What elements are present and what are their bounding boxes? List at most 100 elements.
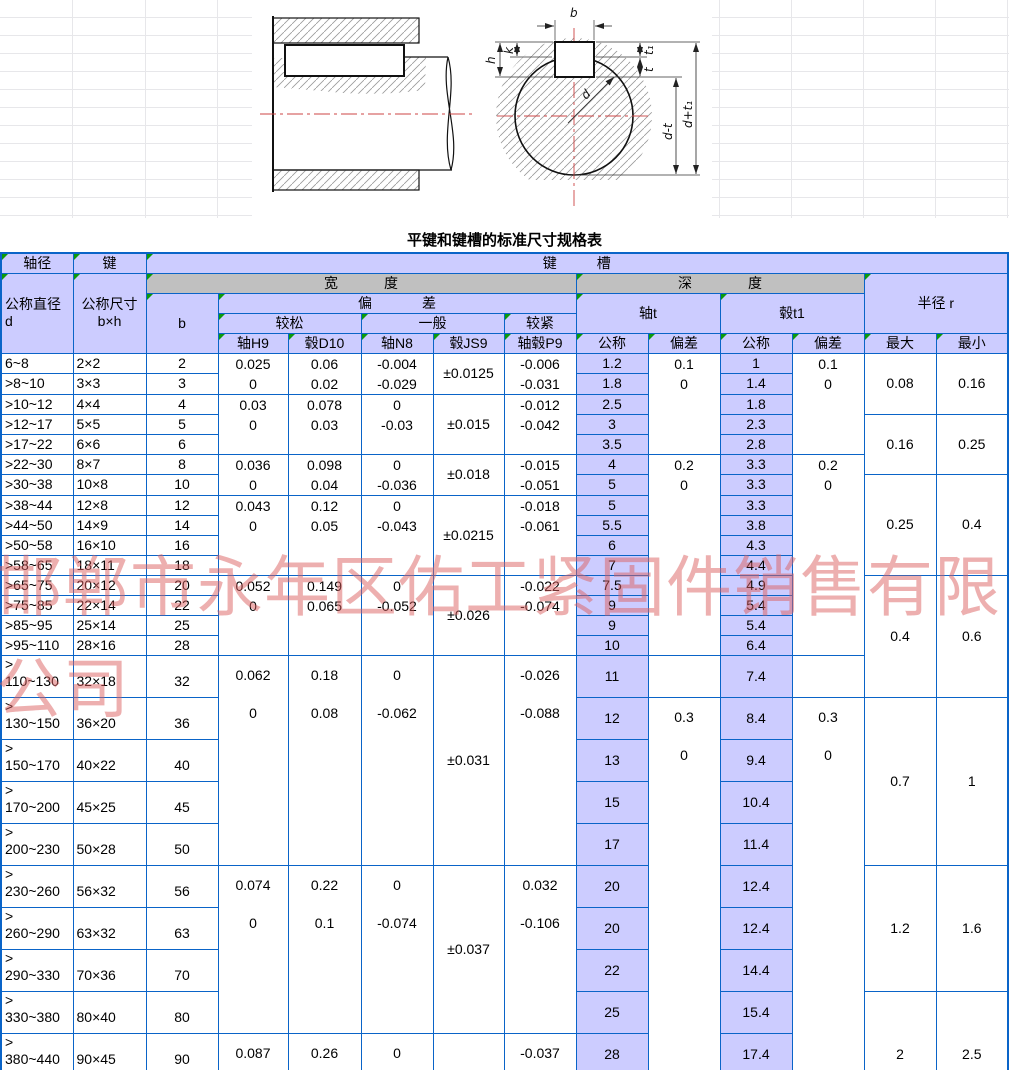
- cell-t-nominal[interactable]: 4: [576, 454, 648, 474]
- cell-radius-min[interactable]: 1.6: [936, 865, 1008, 991]
- cell-t1-nominal[interactable]: 15.4: [720, 991, 792, 1033]
- cell-diameter-range[interactable]: > 150~170: [1, 739, 73, 781]
- cell-t1-nominal[interactable]: 1.4: [720, 374, 792, 395]
- cell-t1-nominal[interactable]: 10.4: [720, 781, 792, 823]
- cell-diameter-range[interactable]: >38~44: [1, 495, 73, 515]
- cell-b[interactable]: 32: [146, 655, 218, 697]
- cell-b[interactable]: 63: [146, 907, 218, 949]
- header-key[interactable]: 键: [73, 253, 146, 273]
- cell-shaft-n8-group[interactable]: 0-0.074: [361, 865, 433, 1033]
- cell-shaft-n8-group[interactable]: -0.004-0.029: [361, 353, 433, 394]
- cell-radius-max[interactable]: 0.08: [864, 353, 936, 414]
- cell-b[interactable]: 56: [146, 865, 218, 907]
- cell-shaft-h9-group[interactable]: 0.0740: [218, 865, 288, 1033]
- cell-diameter-range[interactable]: > 230~260: [1, 865, 73, 907]
- header-nominal-diameter-d[interactable]: 公称直径 d: [1, 273, 73, 353]
- cell-b[interactable]: 50: [146, 823, 218, 865]
- cell-t1-nominal[interactable]: 8.4: [720, 697, 792, 739]
- cell-b[interactable]: 12: [146, 495, 218, 515]
- cell-t1-nominal[interactable]: 1.8: [720, 394, 792, 414]
- header-radius-r[interactable]: 半径 r: [864, 273, 1008, 333]
- cell-shaft-hub-p9-group[interactable]: -0.006-0.031: [504, 353, 576, 394]
- cell-key-size[interactable]: 50×28: [73, 823, 146, 865]
- cell-shaft-h9-group[interactable]: 0.0430: [218, 495, 288, 575]
- cell-key-size[interactable]: 20×12: [73, 575, 146, 595]
- cell-key-size[interactable]: 80×40: [73, 991, 146, 1033]
- header-t1-deviation[interactable]: 偏差: [792, 333, 864, 353]
- cell-key-size[interactable]: 40×22: [73, 739, 146, 781]
- cell-t1-deviation-group[interactable]: [792, 655, 864, 697]
- cell-t-nominal[interactable]: 9: [576, 615, 648, 635]
- cell-key-size[interactable]: 8×7: [73, 454, 146, 474]
- cell-shaft-h9-group[interactable]: 0.0360: [218, 454, 288, 495]
- header-shaft-diameter[interactable]: 轴径: [1, 253, 73, 273]
- cell-hub-d10-group[interactable]: 0.1490.065: [288, 575, 361, 655]
- header-keyway[interactable]: 键槽: [146, 253, 1008, 273]
- cell-radius-max[interactable]: 0.4: [864, 575, 936, 697]
- cell-diameter-range[interactable]: > 110~130: [1, 655, 73, 697]
- cell-diameter-range[interactable]: > 170~200: [1, 781, 73, 823]
- cell-t-nominal[interactable]: 1.2: [576, 353, 648, 374]
- cell-key-size[interactable]: 18×11: [73, 555, 146, 575]
- cell-hub-d10-group[interactable]: 0.220.1: [288, 865, 361, 1033]
- cell-b[interactable]: 25: [146, 615, 218, 635]
- cell-t1-nominal[interactable]: 3.3: [720, 474, 792, 495]
- header-fit-normal[interactable]: 一般: [361, 313, 504, 333]
- header-width[interactable]: 宽度: [146, 273, 576, 293]
- cell-key-size[interactable]: 10×8: [73, 474, 146, 495]
- cell-diameter-range[interactable]: >22~30: [1, 454, 73, 474]
- cell-t-deviation-group[interactable]: 0.10: [648, 353, 720, 454]
- cell-shaft-h9-group[interactable]: 0.030: [218, 394, 288, 454]
- cell-shaft-hub-p9-group[interactable]: -0.012-0.042: [504, 394, 576, 454]
- cell-hub-js9-group[interactable]: ±0.037: [433, 865, 504, 1033]
- cell-t-nominal[interactable]: 25: [576, 991, 648, 1033]
- cell-t-nominal[interactable]: 6: [576, 535, 648, 555]
- cell-radius-max[interactable]: 2: [864, 991, 936, 1070]
- cell-shaft-hub-p9-group[interactable]: -0.022-0.074: [504, 575, 576, 655]
- cell-t-nominal[interactable]: 7.5: [576, 575, 648, 595]
- cell-t-nominal[interactable]: 20: [576, 865, 648, 907]
- header-radius-max[interactable]: 最大: [864, 333, 936, 353]
- cell-t1-nominal[interactable]: 12.4: [720, 865, 792, 907]
- cell-b[interactable]: 10: [146, 474, 218, 495]
- cell-hub-js9-group[interactable]: ±0.0215: [433, 495, 504, 575]
- cell-shaft-n8-group[interactable]: 0-0.062: [361, 655, 433, 865]
- cell-t1-nominal[interactable]: 4.3: [720, 535, 792, 555]
- cell-shaft-h9-group[interactable]: 0.0250: [218, 353, 288, 394]
- cell-t-nominal[interactable]: 7: [576, 555, 648, 575]
- cell-key-size[interactable]: 45×25: [73, 781, 146, 823]
- cell-diameter-range[interactable]: >8~10: [1, 374, 73, 395]
- cell-key-size[interactable]: 56×32: [73, 865, 146, 907]
- cell-key-size[interactable]: 3×3: [73, 374, 146, 395]
- cell-diameter-range[interactable]: >12~17: [1, 414, 73, 434]
- cell-b[interactable]: 45: [146, 781, 218, 823]
- cell-t-nominal[interactable]: 20: [576, 907, 648, 949]
- cell-key-size[interactable]: 70×36: [73, 949, 146, 991]
- cell-key-size[interactable]: 25×14: [73, 615, 146, 635]
- header-shaft-hub-p9[interactable]: 轴毂P9: [504, 333, 576, 353]
- cell-t-nominal[interactable]: 15: [576, 781, 648, 823]
- header-deviation[interactable]: 偏差: [218, 293, 576, 313]
- cell-t-deviation-group[interactable]: 0.30: [648, 697, 720, 1070]
- cell-key-size[interactable]: 6×6: [73, 434, 146, 454]
- cell-hub-js9-group[interactable]: ±0.015: [433, 394, 504, 454]
- header-hub-t1[interactable]: 毂t1: [720, 293, 864, 333]
- cell-t-nominal[interactable]: 9: [576, 595, 648, 615]
- cell-key-size[interactable]: 63×32: [73, 907, 146, 949]
- cell-diameter-range[interactable]: >44~50: [1, 515, 73, 535]
- cell-t-nominal[interactable]: 12: [576, 697, 648, 739]
- header-shaft-t[interactable]: 轴t: [576, 293, 720, 333]
- cell-key-size[interactable]: 12×8: [73, 495, 146, 515]
- cell-hub-d10-group[interactable]: 0.180.08: [288, 655, 361, 865]
- cell-shaft-hub-p9-group[interactable]: -0.026-0.088: [504, 655, 576, 865]
- cell-t-nominal[interactable]: 1.8: [576, 374, 648, 395]
- cell-b[interactable]: 28: [146, 635, 218, 655]
- cell-shaft-hub-p9-group[interactable]: -0.018-0.061: [504, 495, 576, 575]
- cell-b[interactable]: 5: [146, 414, 218, 434]
- cell-radius-max[interactable]: 0.25: [864, 474, 936, 575]
- cell-t1-deviation-group[interactable]: 0.20: [792, 454, 864, 655]
- cell-hub-d10-group[interactable]: 0.060.02: [288, 353, 361, 394]
- cell-diameter-range[interactable]: > 260~290: [1, 907, 73, 949]
- cell-hub-js9-group[interactable]: ±0.018: [433, 454, 504, 495]
- cell-t1-nominal[interactable]: 3.3: [720, 454, 792, 474]
